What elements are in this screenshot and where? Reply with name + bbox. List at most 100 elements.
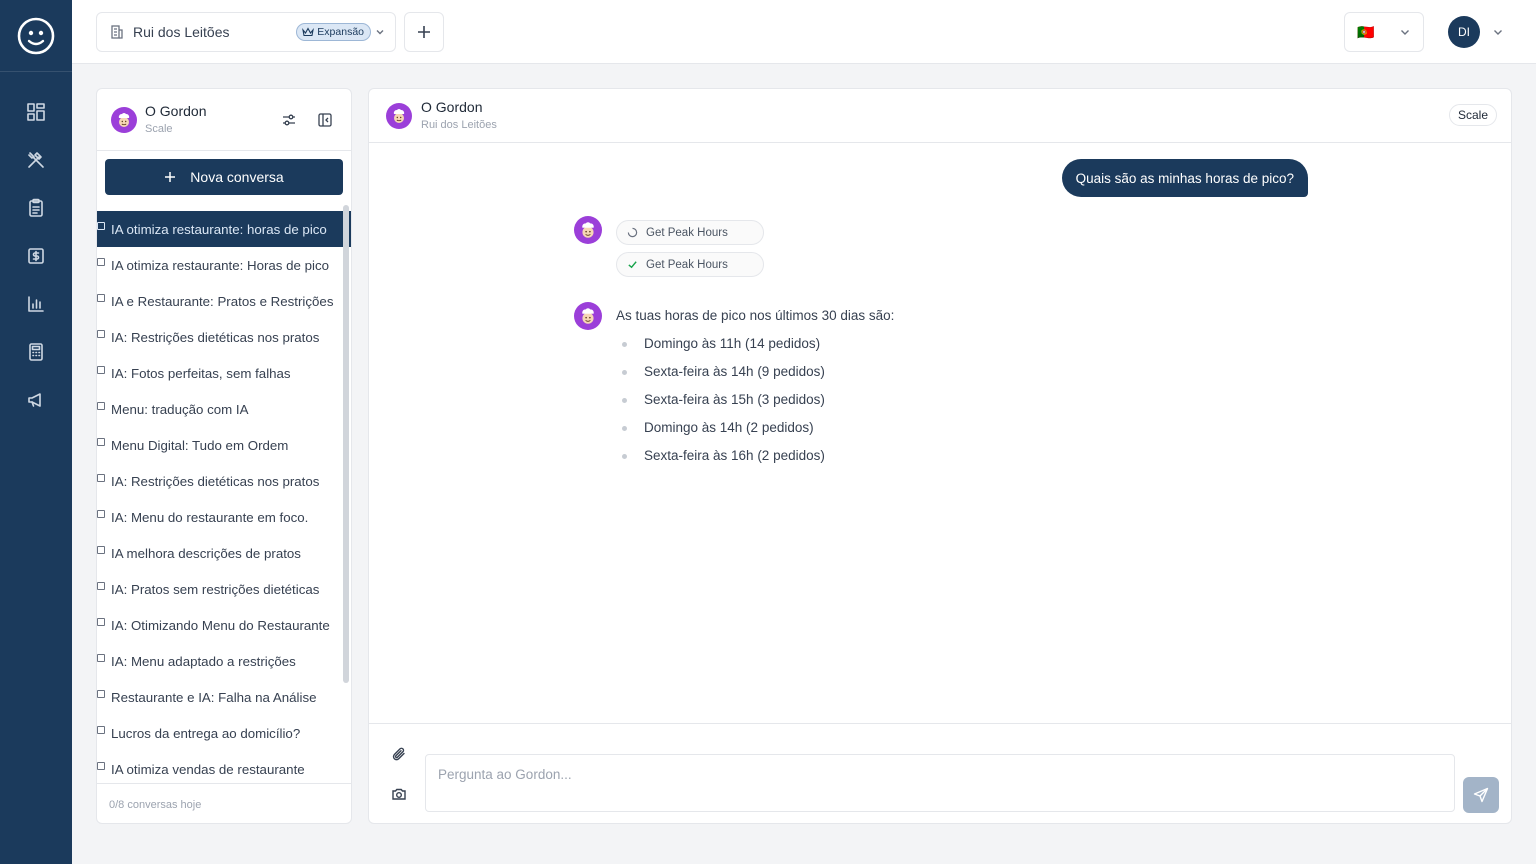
answer-intro: As tuas horas de pico nos últimos 30 dia… [616,308,895,323]
conversation-item[interactable]: IA: Restrições dietéticas nos pratos [97,319,351,355]
chat-bubble-icon [97,546,105,554]
chat-bubble-icon [97,258,105,266]
conversation-panel: O Gordon Scale Nova conversa IA otimiza … [96,88,352,824]
camera-icon [392,788,406,800]
nav-marketing[interactable] [0,376,72,424]
user-avatar: DI [1448,16,1480,48]
paperclip-icon [392,747,405,761]
check-icon [628,261,637,269]
conversation-item[interactable]: IA otimiza restaurante: Horas de pico [97,247,351,283]
attach-file-button[interactable] [389,744,409,764]
conversation-item[interactable]: IA otimiza restaurante: horas de pico [97,211,351,247]
chef-avatar-icon [582,222,594,238]
top-bar: Rui dos Leitões Expansão 🇵🇹 DI [72,0,1536,64]
chat-panel: O Gordon Rui dos Leitões Scale Quais são… [368,88,1512,824]
utensils-icon [28,152,44,168]
conversation-item[interactable]: IA: Fotos perfeitas, sem falhas [97,355,351,391]
conversation-item[interactable]: IA e Restaurante: Pratos e Restrições [97,283,351,319]
nav-finance[interactable] [0,232,72,280]
settings-sliders-button[interactable] [278,109,300,131]
chevron-down-icon [376,30,384,35]
tool-call-chip-loading[interactable]: Get Peak Hours [616,220,764,245]
conversation-item[interactable]: IA: Otimizando Menu do Restaurante [97,607,351,643]
portugal-flag: 🇵🇹 [1357,23,1375,40]
tool-call-chip-done[interactable]: Get Peak Hours [616,252,764,277]
chat-bubble-icon [97,294,105,302]
nav-analytics[interactable] [0,280,72,328]
chat-header: O Gordon Rui dos Leitões Scale [369,89,1511,143]
conversation-item[interactable]: IA: Menu adaptado a restrições [97,643,351,679]
conversation-item[interactable]: Restaurante e IA: Falha na Análise [97,679,351,715]
conversation-item[interactable]: IA otimiza vendas de restaurante [97,751,351,781]
conversation-panel-header: O Gordon Scale [97,89,351,151]
dollar-icon [28,248,44,264]
plus-icon [418,26,430,38]
conversation-item[interactable]: IA: Pratos sem restrições dietéticas [97,571,351,607]
restaurant-selector[interactable]: Rui dos Leitões Expansão [96,12,396,52]
message-composer [369,723,1511,823]
conversation-item[interactable]: Menu: tradução com IA [97,391,351,427]
nav-menu[interactable] [0,136,72,184]
conversation-item[interactable]: Menu Digital: Tudo em Ordem [97,427,351,463]
megaphone-icon [28,393,41,407]
chef-avatar-icon [118,113,130,127]
add-restaurant-button[interactable] [404,12,444,52]
language-selector[interactable]: 🇵🇹 [1344,12,1424,52]
chat-bubble-icon [97,438,105,446]
peak-hour-item: Sexta-feira às 16h (2 pedidos) [616,442,1116,470]
conversation-item[interactable]: IA melhora descrições de pratos [97,535,351,571]
assistant-avatar [574,302,602,330]
smiley-chef-logo-icon [17,17,55,54]
chat-bubble-icon [97,366,105,374]
conversation-list-scrollbar[interactable] [343,205,349,683]
conversation-item[interactable]: IA: Menu do restaurante em foco. [97,499,351,535]
rail-nav [0,88,72,424]
message-input[interactable] [425,754,1455,812]
chat-bubble-icon [97,222,105,230]
user-message: Quais são as minhas horas de pico? [1061,159,1308,197]
chat-assistant-name: O Gordon [421,99,483,115]
peak-hour-item: Sexta-feira às 15h (3 pedidos) [616,386,1116,414]
user-menu[interactable]: DI [1448,16,1504,48]
conversation-item[interactable]: IA: Restrições dietéticas nos pratos [97,463,351,499]
dashboard-grid-icon [27,103,45,121]
chef-avatar-icon [582,308,594,324]
crown-icon [302,27,315,37]
clipboard-icon [29,198,43,217]
chat-bubble-icon [97,402,105,410]
peak-hour-item: Domingo às 11h (14 pedidos) [616,330,1116,358]
chat-bubble-icon [97,510,105,518]
conversation-quota: 0/8 conversas hoje [97,783,351,823]
assistant-name: O Gordon [145,103,207,119]
bar-chart-icon [28,296,44,312]
spinner-icon [627,227,638,238]
nav-orders[interactable] [0,184,72,232]
conversation-list: IA otimiza restaurante: horas de pico IA… [97,211,351,781]
chevron-down-icon [1494,30,1502,35]
send-button[interactable] [1463,777,1499,813]
chat-bubble-icon [97,618,105,626]
chat-bubble-icon [97,654,105,662]
new-conversation-button[interactable]: Nova conversa [105,159,343,195]
chat-bubble-icon [97,690,105,698]
peak-hour-item: Sexta-feira às 14h (9 pedidos) [616,358,1116,386]
nav-dashboard[interactable] [0,88,72,136]
sliders-icon [283,114,295,126]
conversation-item[interactable]: Lucros da entrega ao domicílio? [97,715,351,751]
send-icon [1473,787,1489,803]
collapse-panel-button[interactable] [314,109,336,131]
chat-plan-badge: Scale [1448,104,1497,126]
nav-calculator[interactable] [0,328,72,376]
new-conversation-label: Nova conversa [190,169,284,185]
camera-button[interactable] [389,784,409,804]
chat-bubble-icon [97,762,105,770]
chef-avatar-icon [393,109,405,123]
restaurant-name: Rui dos Leitões [133,24,230,40]
plan-badge: Expansão [296,23,371,41]
app-logo[interactable] [0,0,72,72]
assistant-avatar [386,103,412,129]
plan-badge-label: Expansão [317,26,364,38]
peak-hours-list: Domingo às 11h (14 pedidos) Sexta-feira … [616,330,1116,470]
chat-bubble-icon [97,474,105,482]
calculator-icon [29,343,43,361]
